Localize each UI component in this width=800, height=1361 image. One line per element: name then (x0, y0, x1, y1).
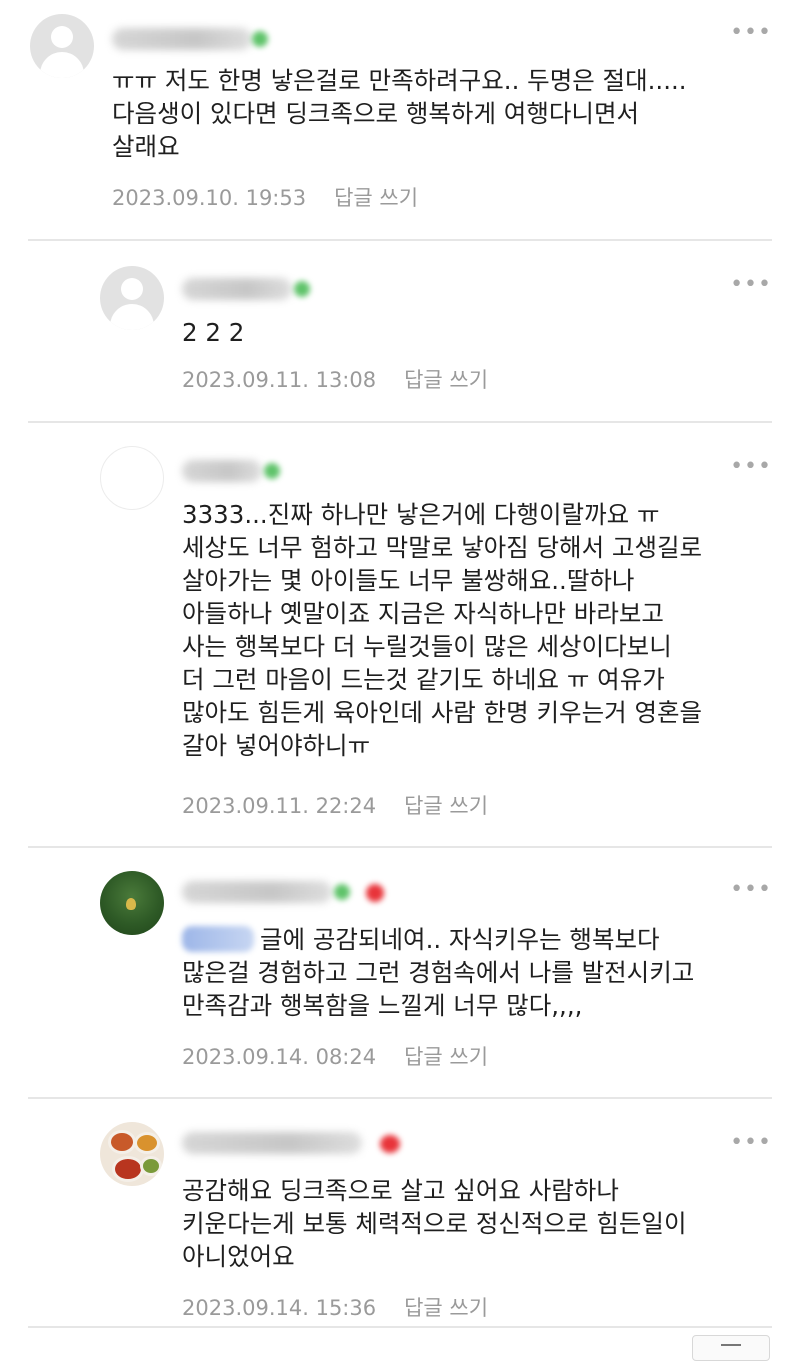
blurred-nickname[interactable] (182, 881, 332, 903)
member-badge-icon (334, 884, 350, 900)
comment-text: 3333...진짜 하나만 낳은거에 다행이랄까요 ㅠ 세상도 너무 험하고 막… (182, 500, 703, 760)
comment-item: ••• 글에 공감되네여.. 자식키우는 행복보다 많은걸 경험하고 그런 경험… (0, 847, 800, 1097)
comment-meta: 2023.09.11. 22:24 답글 쓰기 (182, 792, 488, 820)
comment-item: ••• 공감해요 딩크족으로 살고 싶어요 사람하나 키운다는게 보통 체력적으… (0, 1098, 800, 1328)
comment-text: 공감해요 딩크족으로 살고 싶어요 사람하나 키운다는게 보통 체력적으로 정신… (182, 1176, 687, 1271)
comment-item: ••• 3333...진짜 하나만 낳은거에 다행이랄까요 ㅠ 세상도 너무 험… (0, 422, 800, 846)
more-options-icon[interactable]: ••• (730, 1132, 772, 1154)
comment-text: 2 2 2 (182, 318, 245, 347)
reply-button[interactable]: 답글 쓰기 (404, 368, 488, 392)
blank-avatar-icon[interactable] (100, 446, 164, 510)
comment-item: ••• ㅠㅠ 저도 한명 낳은걸로 만족하려구요.. 두명은 절대..... 다… (0, 0, 800, 240)
scroll-top-button[interactable] (692, 1335, 770, 1361)
new-badge-icon (380, 1135, 400, 1153)
new-badge-icon (366, 884, 384, 902)
comment-meta: 2023.09.10. 19:53 답글 쓰기 (112, 184, 418, 212)
blurred-nickname[interactable] (182, 460, 262, 482)
member-badge-icon (264, 463, 280, 479)
comment-text-first-line: 글에 공감되네여.. 자식키우는 행복보다 (260, 925, 660, 954)
blurred-nickname[interactable] (182, 278, 292, 300)
comment-meta: 2023.09.14. 15:36 답글 쓰기 (182, 1294, 488, 1322)
more-options-icon[interactable]: ••• (730, 22, 772, 44)
more-options-icon[interactable]: ••• (730, 274, 772, 296)
reply-button[interactable]: 답글 쓰기 (404, 794, 488, 818)
comment-text-rest: 많은걸 경험하고 그런 경험속에서 나를 발전시키고 만족감과 행복함을 느낄게… (182, 958, 695, 1020)
member-badge-icon (252, 31, 268, 47)
blurred-nickname[interactable] (112, 28, 252, 50)
blurred-nickname[interactable] (182, 1132, 362, 1154)
more-options-icon[interactable]: ••• (730, 456, 772, 478)
mention-tag[interactable] (182, 926, 254, 952)
reply-button[interactable]: 답글 쓰기 (334, 186, 418, 210)
more-options-icon[interactable]: ••• (730, 879, 772, 901)
member-badge-icon (294, 281, 310, 297)
profile-photo-avatar[interactable] (100, 871, 164, 935)
menu-icon (721, 1344, 741, 1346)
comment-date: 2023.09.10. 19:53 (112, 186, 307, 210)
comment-text: 글에 공감되네여.. 자식키우는 행복보다 많은걸 경험하고 그런 경험속에서 … (182, 923, 782, 1022)
profile-photo-avatar[interactable] (100, 1122, 164, 1186)
comment-meta: 2023.09.11. 13:08 답글 쓰기 (182, 366, 488, 394)
default-avatar-icon[interactable] (100, 266, 164, 330)
comment-text: ㅠㅠ 저도 한명 낳은걸로 만족하려구요.. 두명은 절대..... 다음생이 … (112, 66, 687, 161)
default-avatar-icon[interactable] (30, 14, 94, 78)
comment-date: 2023.09.11. 13:08 (182, 368, 377, 392)
comment-meta: 2023.09.14. 08:24 답글 쓰기 (182, 1043, 488, 1071)
divider (28, 1326, 772, 1328)
reply-button[interactable]: 답글 쓰기 (404, 1296, 488, 1320)
comment-date: 2023.09.14. 15:36 (182, 1296, 377, 1320)
reply-button[interactable]: 답글 쓰기 (404, 1045, 488, 1069)
comment-date: 2023.09.14. 08:24 (182, 1045, 377, 1069)
comment-item: ••• 2 2 2 2023.09.11. 13:08 답글 쓰기 (0, 240, 800, 422)
comment-date: 2023.09.11. 22:24 (182, 794, 377, 818)
